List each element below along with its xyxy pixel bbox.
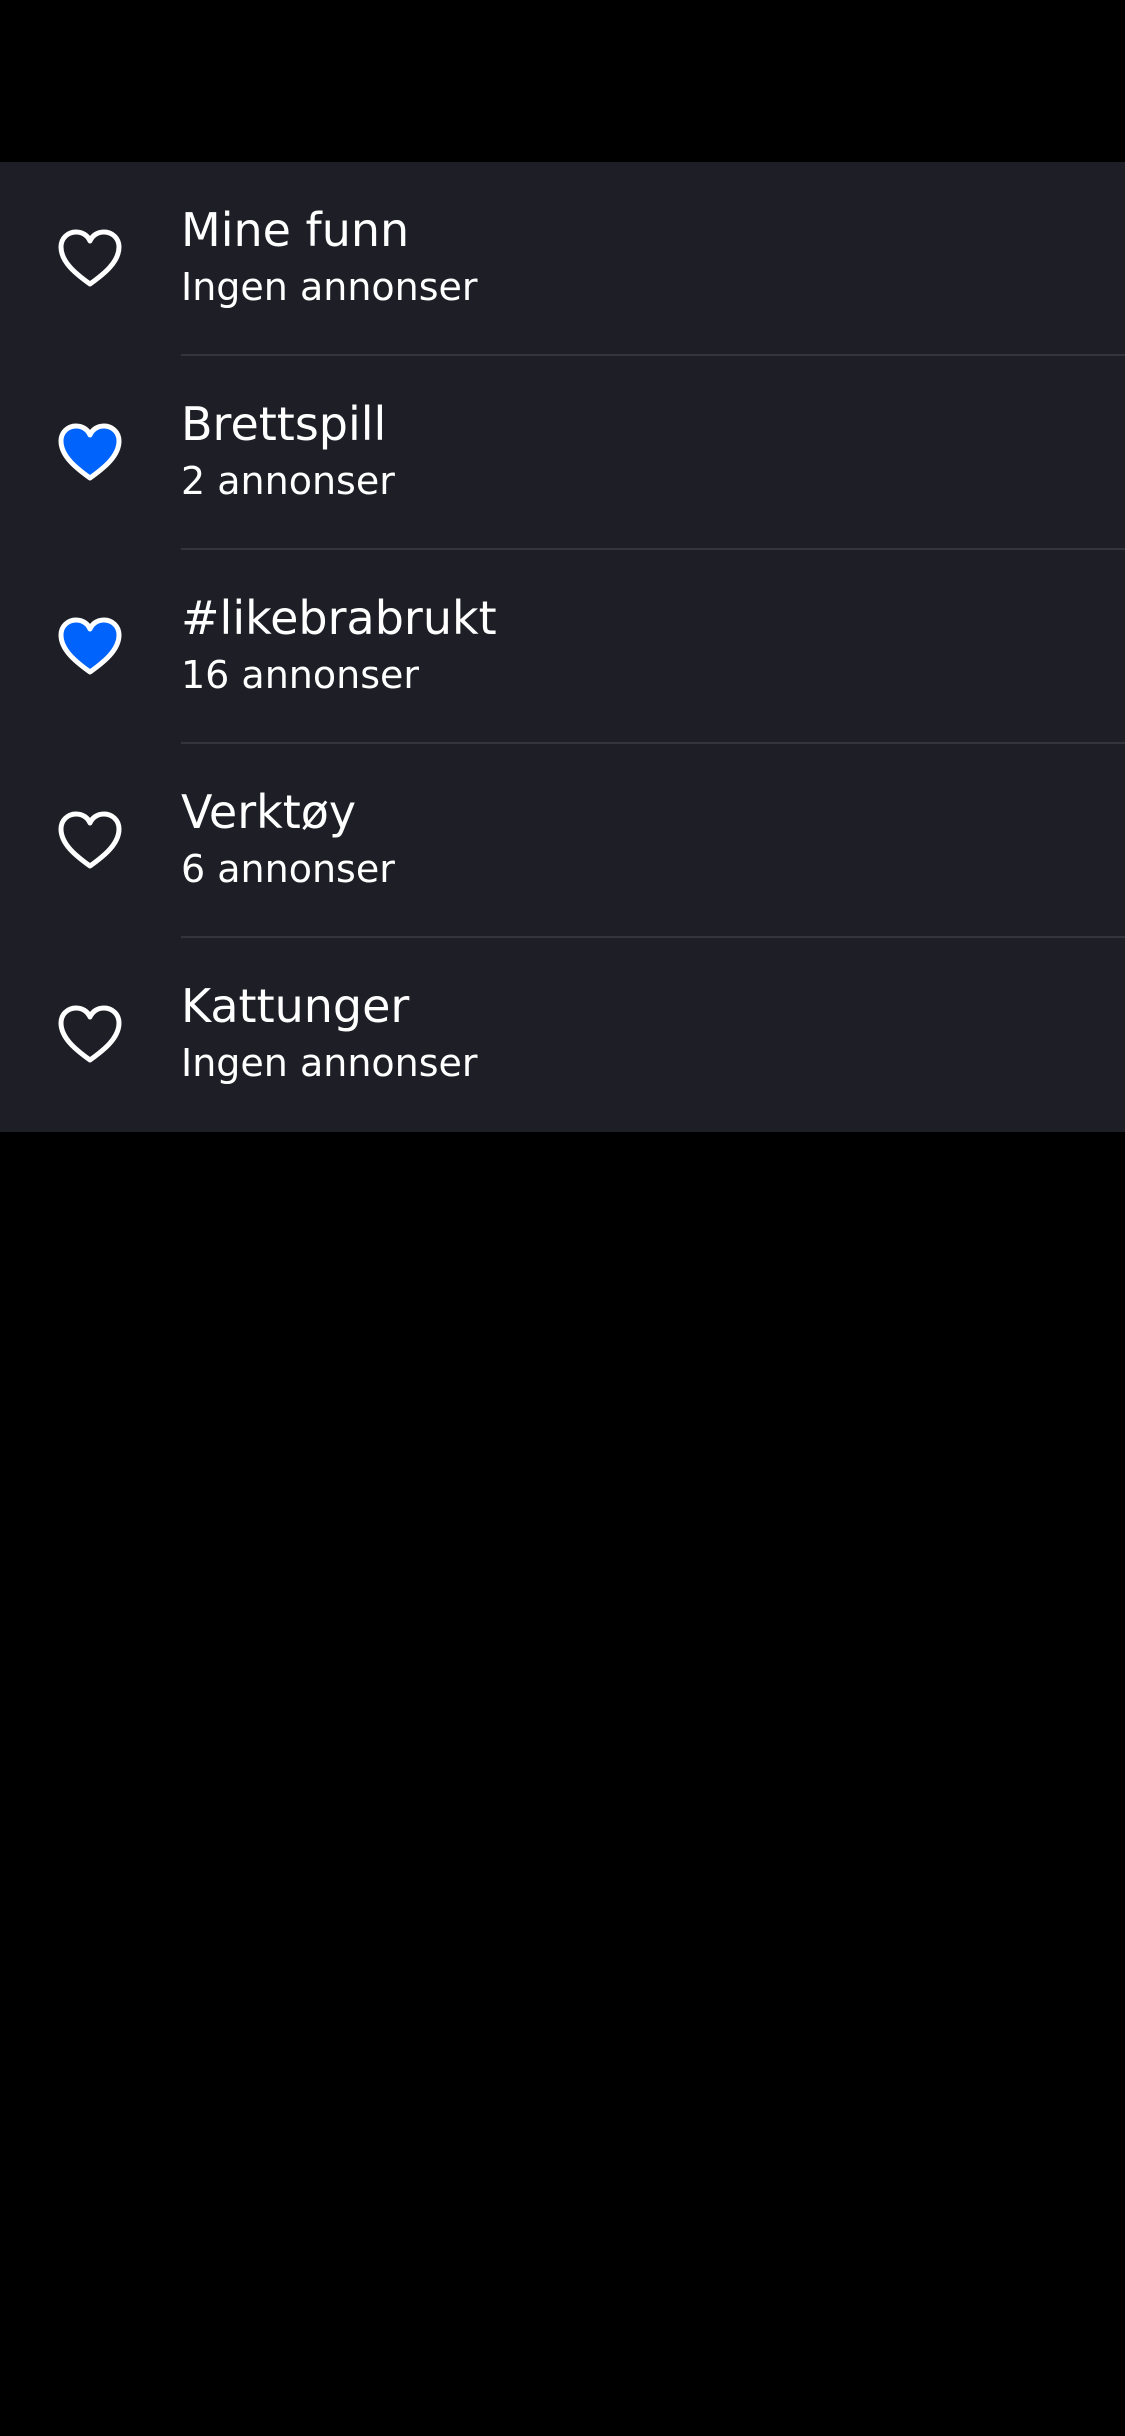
list-title: Kattunger bbox=[181, 979, 410, 1033]
list-count: Ingen annonser bbox=[181, 1041, 478, 1085]
heart-outline-icon[interactable] bbox=[56, 1004, 124, 1066]
list-item-kattunger[interactable]: Kattunger Ingen annonser bbox=[0, 938, 1125, 1132]
list-item-text: Mine funn Ingen annonser bbox=[181, 202, 478, 312]
list-title: Brettspill bbox=[181, 397, 387, 451]
list-title: #likebrabrukt bbox=[181, 591, 497, 645]
list-count: Ingen annonser bbox=[181, 265, 478, 309]
list-item-text: #likebrabrukt 16 annonser bbox=[181, 590, 497, 700]
empty-area bbox=[0, 1132, 1125, 2436]
list-item-likebrabrukt[interactable]: #likebrabrukt 16 annonser bbox=[0, 550, 1125, 744]
list-item-text: Verktøy 6 annonser bbox=[181, 784, 395, 894]
heart-filled-icon[interactable] bbox=[56, 422, 124, 484]
list-item-mine-funn[interactable]: Mine funn Ingen annonser bbox=[0, 162, 1125, 356]
list-count: 2 annonser bbox=[181, 459, 395, 503]
list-title: Verktøy bbox=[181, 785, 357, 839]
list-item-brettspill[interactable]: Brettspill 2 annonser bbox=[0, 356, 1125, 550]
list-count: 16 annonser bbox=[181, 653, 420, 697]
list-title: Mine funn bbox=[181, 203, 410, 257]
list-item-text: Brettspill 2 annonser bbox=[181, 396, 395, 506]
status-bar-area bbox=[0, 0, 1125, 162]
favorite-lists: Mine funn Ingen annonser Brettspill 2 an… bbox=[0, 162, 1125, 1132]
list-count: 6 annonser bbox=[181, 847, 395, 891]
list-item-verktoy[interactable]: Verktøy 6 annonser bbox=[0, 744, 1125, 938]
list-item-text: Kattunger Ingen annonser bbox=[181, 978, 478, 1088]
heart-outline-icon[interactable] bbox=[56, 810, 124, 872]
heart-outline-icon[interactable] bbox=[56, 228, 124, 290]
heart-filled-icon[interactable] bbox=[56, 616, 124, 678]
